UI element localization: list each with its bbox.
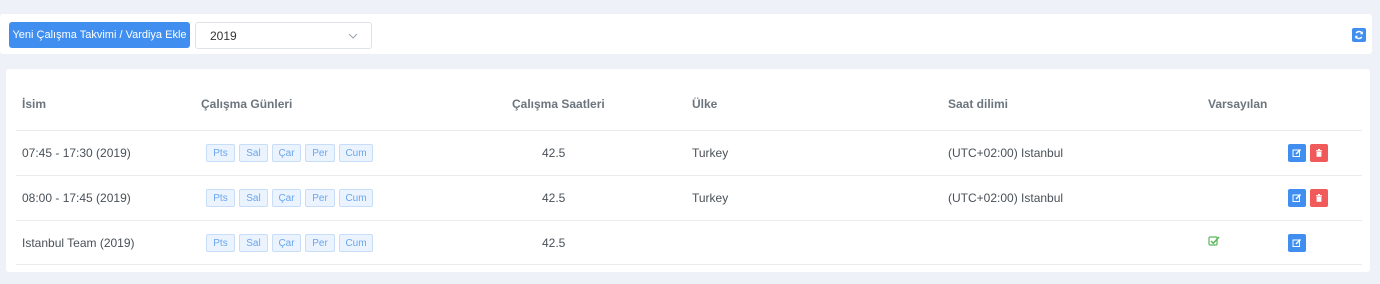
toolbar: Yeni Çalışma Takvimi / Vardiya Ekle 2019	[0, 14, 1372, 54]
row-country: Turkey	[692, 191, 729, 205]
day-badge: Pts	[206, 234, 235, 252]
day-badge: Sal	[239, 189, 268, 207]
row-hours: 42.5	[542, 236, 566, 250]
row-timezone: (UTC+02:00) Istanbul	[948, 146, 1064, 160]
edit-button[interactable]	[1288, 144, 1306, 162]
day-badge: Cum	[339, 189, 373, 207]
row-country: Turkey	[692, 146, 729, 160]
day-badge: Sal	[239, 234, 268, 252]
edit-button[interactable]	[1288, 234, 1306, 252]
row-days: Pts Sal Çar Per Cum	[206, 221, 373, 265]
edit-icon	[1292, 149, 1301, 157]
day-badge: Per	[305, 189, 335, 207]
row-name: 07:45 - 17:30 (2019)	[22, 146, 131, 160]
year-select[interactable]: 2019	[195, 22, 372, 49]
day-badge: Pts	[206, 144, 235, 162]
day-badge: Çar	[272, 144, 301, 162]
delete-button[interactable]	[1310, 189, 1328, 207]
edit-icon	[1292, 194, 1301, 202]
row-name: 08:00 - 17:45 (2019)	[22, 191, 131, 205]
day-badge: Per	[305, 144, 335, 162]
edit-button[interactable]	[1288, 189, 1306, 207]
table-row: 07:45 - 17:30 (2019) Pts Sal Çar Per Cum…	[16, 130, 1362, 175]
table-row: Istanbul Team (2019) Pts Sal Çar Per Cum…	[16, 220, 1362, 265]
header-name: İsim	[22, 97, 47, 111]
header-timezone: Saat dilimi	[948, 97, 1009, 111]
chevron-down-icon	[348, 33, 358, 39]
edit-icon	[1292, 239, 1301, 247]
check-square-icon	[1208, 236, 1220, 246]
row-name: Istanbul Team (2019)	[22, 236, 135, 250]
day-badge: Per	[305, 234, 335, 252]
header-country: Ülke	[692, 97, 718, 111]
day-badge: Cum	[339, 144, 373, 162]
calendar-table: İsim Çalışma Günleri Çalışma Saatleri Ül…	[6, 69, 1370, 272]
row-days: Pts Sal Çar Per Cum	[206, 176, 373, 220]
day-badge: Çar	[272, 189, 301, 207]
trash-icon	[1316, 149, 1322, 157]
default-check	[1208, 235, 1220, 247]
add-calendar-button[interactable]: Yeni Çalışma Takvimi / Vardiya Ekle	[9, 22, 190, 48]
refresh-icon	[1355, 30, 1363, 40]
header-work-hours: Çalışma Saatleri	[512, 97, 605, 111]
row-days: Pts Sal Çar Per Cum	[206, 131, 373, 175]
header-default: Varsayılan	[1208, 97, 1268, 111]
header-work-days: Çalışma Günleri	[201, 97, 293, 111]
trash-icon	[1316, 194, 1322, 202]
row-timezone: (UTC+02:00) Istanbul	[948, 191, 1064, 205]
day-badge: Sal	[239, 144, 268, 162]
delete-button[interactable]	[1310, 144, 1328, 162]
row-hours: 42.5	[542, 146, 566, 160]
day-badge: Cum	[339, 234, 373, 252]
refresh-button[interactable]	[1352, 28, 1366, 42]
day-badge: Pts	[206, 189, 235, 207]
day-badge: Çar	[272, 234, 301, 252]
year-select-value: 2019	[210, 28, 237, 43]
row-hours: 42.5	[542, 191, 566, 205]
table-row: 08:00 - 17:45 (2019) Pts Sal Çar Per Cum…	[16, 175, 1362, 220]
